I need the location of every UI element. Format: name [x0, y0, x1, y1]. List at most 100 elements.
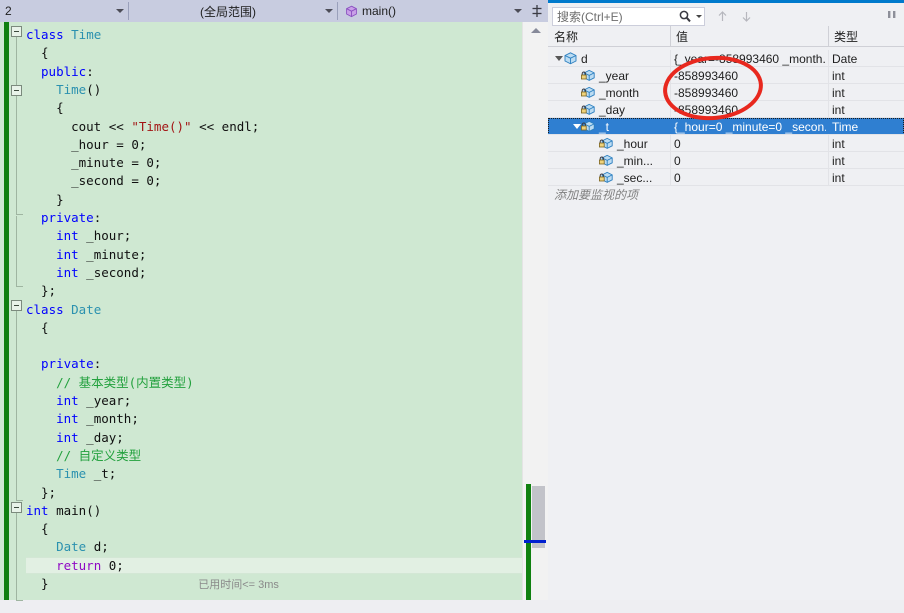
scroll-up-arrow-icon[interactable] — [523, 22, 549, 39]
chevron-down-icon[interactable] — [694, 8, 704, 25]
watch-row-name-label: _year — [599, 68, 630, 83]
search-box[interactable]: 搜索(Ctrl+E) — [552, 7, 705, 26]
pane-grip-icon[interactable] — [886, 9, 898, 19]
fold-toggle-main[interactable] — [11, 502, 22, 513]
private-field-icon — [599, 170, 614, 185]
watch-row[interactable]: _min... 0 int — [548, 152, 904, 169]
watch-row-type: Date — [832, 51, 858, 66]
watch-row-type: int — [832, 102, 845, 117]
fold-toggle-time-ctor[interactable] — [11, 85, 22, 96]
code-token: // 自定义类型 — [56, 447, 142, 463]
column-header-value[interactable]: 值 — [670, 26, 828, 47]
code-line: class Time — [26, 26, 101, 44]
code-line: }; — [41, 282, 56, 300]
change-marker-bar — [4, 22, 9, 600]
watch-row[interactable]: _hour 0 int — [548, 135, 904, 152]
watch-row-value[interactable]: 0 — [670, 152, 826, 169]
code-line: { — [56, 99, 64, 117]
expander-triangle-icon[interactable] — [554, 50, 563, 67]
watch-row[interactable]: _year -858993460 int — [548, 67, 904, 84]
column-header-name[interactable]: 名称 — [548, 26, 670, 47]
watch-row[interactable]: _sec... 0 int — [548, 169, 904, 186]
chevron-down-icon[interactable] — [511, 1, 525, 21]
code-token: } — [56, 191, 64, 207]
code-line: int _second; — [56, 264, 146, 282]
code-line: int _day; — [56, 429, 124, 447]
code-token: Time — [71, 27, 102, 42]
code-token: public — [41, 63, 87, 79]
watch-row-name: _min... — [590, 152, 670, 169]
inline-diagnostic-label: 已用时间 — [198, 579, 243, 592]
code-token: () — [86, 81, 102, 97]
column-separator — [828, 101, 829, 118]
code-token: cout — [71, 118, 109, 134]
code-line: { — [41, 520, 49, 538]
watch-toolbar: 搜索(Ctrl+E) — [548, 3, 904, 26]
watch-row-value[interactable]: -858993460 — [670, 101, 826, 118]
column-separator — [670, 152, 671, 169]
column-divider[interactable] — [828, 26, 829, 47]
code-text-area[interactable]: class Time{public: Time(){cout << "Time()… — [26, 22, 522, 600]
editor-gutter[interactable] — [0, 22, 26, 601]
fold-toggle-class-date[interactable] — [11, 300, 22, 311]
fold-toggle-class-time[interactable] — [11, 26, 22, 37]
column-separator — [670, 101, 671, 118]
add-watch-item-row[interactable]: 添加要监视的项 — [548, 186, 904, 203]
code-token: int — [56, 411, 79, 427]
code-line: { — [41, 44, 49, 62]
code-line: Time() — [56, 81, 101, 99]
chevron-down-icon[interactable] — [113, 1, 127, 21]
magnifier-icon[interactable] — [676, 8, 694, 25]
arrow-up-icon[interactable] — [711, 7, 733, 26]
private-field-icon — [581, 85, 596, 100]
code-line: } — [41, 575, 49, 593]
scope-document-dropdown[interactable]: 2 — [0, 0, 128, 22]
scrollbar-thumb[interactable] — [532, 486, 545, 548]
code-token: _hour = 0; — [71, 136, 147, 152]
split-window-icon[interactable] — [526, 0, 548, 22]
watch-row-value[interactable]: -858993460 — [670, 67, 826, 84]
code-line: Date d; — [56, 538, 109, 556]
watch-row-value[interactable]: -858993460 — [670, 84, 826, 101]
code-token: main — [56, 502, 87, 518]
watch-row-value[interactable]: {_year=-858993460 _month... — [670, 50, 826, 67]
watch-row[interactable]: d {_year=-858993460 _month... Date — [548, 50, 904, 67]
watch-row-value[interactable]: 0 — [670, 135, 826, 152]
watch-row[interactable]: _day -858993460 int — [548, 101, 904, 118]
scope-global-value: (全局范围) — [200, 4, 256, 19]
code-line: public: — [41, 63, 94, 81]
code-line: { — [41, 319, 49, 337]
watch-row-name-label: _day — [599, 102, 626, 117]
code-token: _t; — [86, 466, 117, 482]
column-header-type[interactable]: 类型 — [828, 26, 904, 47]
code-token: _hour; — [78, 228, 132, 244]
code-token: int — [56, 264, 79, 280]
code-line: int _minute; — [56, 246, 146, 264]
code-token: // 基本类型(内置类型) — [56, 374, 194, 390]
code-token: _year; — [78, 393, 132, 408]
watch-row-name-label: _min... — [617, 153, 654, 168]
code-token: { — [41, 521, 49, 537]
editor-vertical-scrollbar[interactable] — [522, 22, 549, 600]
watch-row-value[interactable]: 0 — [670, 169, 826, 186]
visual-studio-debug-window: 2 (全局范围) main() class Time {public: Tim… — [0, 0, 904, 601]
column-separator — [828, 152, 829, 169]
watch-window-pane: 搜索(Ctrl+E) 名称 值 类型 d {_year=-858993460 _… — [548, 0, 904, 600]
column-divider[interactable] — [670, 26, 671, 47]
chevron-down-icon[interactable] — [322, 1, 336, 21]
private-field-icon — [581, 102, 596, 117]
code-line: private: — [41, 355, 101, 373]
column-separator — [828, 135, 829, 152]
private-field-icon — [599, 153, 614, 168]
code-token: << — [199, 118, 215, 134]
code-token: { — [41, 45, 49, 61]
code-token: Date — [56, 539, 87, 555]
watch-row[interactable]: _t {_hour=0 _minute=0 _secon... Time — [548, 118, 904, 135]
member-dropdown[interactable]: main() — [338, 0, 526, 22]
watch-row[interactable]: _month -858993460 int — [548, 84, 904, 101]
code-token: Time — [56, 466, 87, 482]
code-line: // 自定义类型 — [56, 447, 141, 465]
scope-global-dropdown[interactable]: (全局范围) — [129, 0, 337, 22]
arrow-down-icon[interactable] — [735, 7, 757, 26]
watch-row-type: int — [832, 153, 845, 168]
